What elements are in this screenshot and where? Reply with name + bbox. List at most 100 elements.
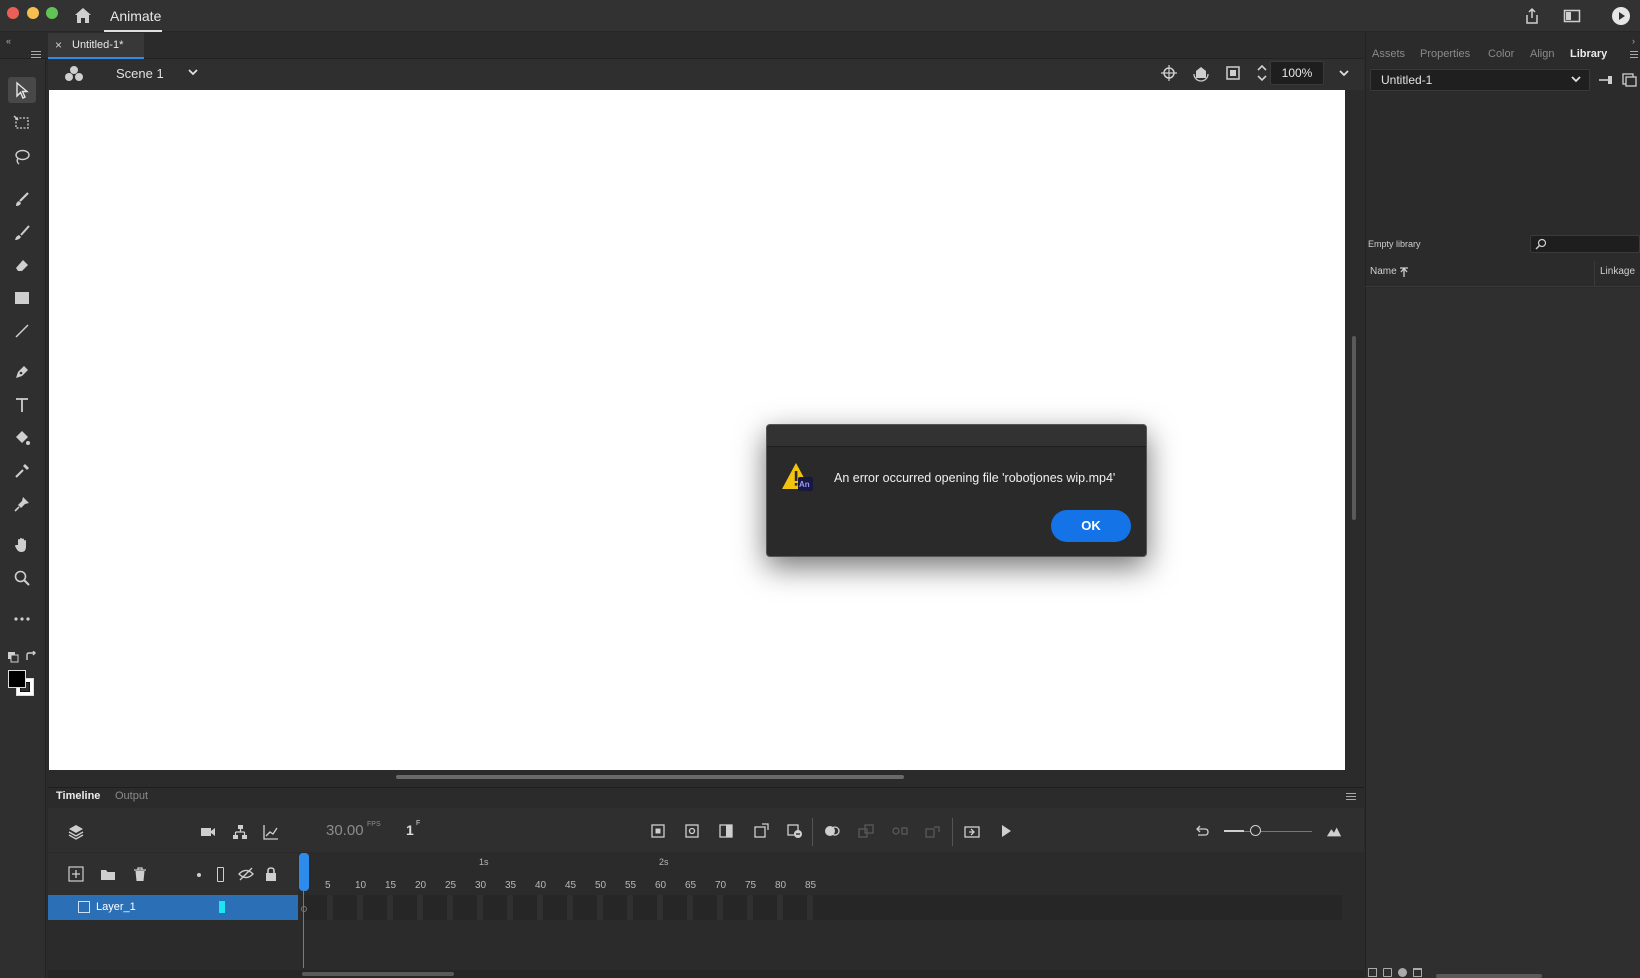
tab-properties[interactable]: Properties: [1420, 48, 1470, 60]
share-icon[interactable]: [1523, 7, 1541, 25]
eraser-tool-icon[interactable]: [8, 252, 36, 278]
tab-library[interactable]: Library: [1570, 48, 1607, 60]
paint-bucket-tool-icon[interactable]: [8, 425, 36, 451]
selection-tool-icon[interactable]: [8, 77, 36, 103]
brush-tool-icon[interactable]: [8, 220, 36, 246]
frame-ruler[interactable]: [302, 853, 1362, 895]
current-frame-value[interactable]: 1: [406, 822, 414, 838]
more-tools-icon[interactable]: [8, 606, 36, 632]
layers-icon[interactable]: [66, 822, 86, 842]
tab-align[interactable]: Align: [1530, 48, 1554, 60]
timeline-horizontal-scrollbar[interactable]: [302, 972, 454, 976]
frame-track[interactable]: [302, 895, 1342, 920]
clip-content-icon[interactable]: [1224, 64, 1242, 82]
insert-frame-icon[interactable]: [717, 822, 735, 840]
zoom-tool-icon[interactable]: [8, 565, 36, 591]
sort-ascending-icon[interactable]: [1399, 265, 1409, 277]
line-tool-icon[interactable]: [8, 318, 36, 344]
stage-horizontal-scrollbar[interactable]: [396, 775, 904, 779]
edit-symbols-icon[interactable]: [64, 64, 84, 84]
new-folder-icon[interactable]: [100, 866, 116, 882]
toolbar-divider: [812, 818, 813, 846]
tab-color[interactable]: Color: [1488, 48, 1514, 60]
new-library-panel-icon[interactable]: [1622, 73, 1638, 87]
zoom-out-line[interactable]: [1224, 830, 1244, 832]
library-item-list[interactable]: [1366, 288, 1640, 978]
create-tween-icon[interactable]: [823, 822, 841, 840]
new-layer-icon[interactable]: [68, 866, 84, 882]
outline-layers-icon[interactable]: [217, 867, 224, 882]
stage[interactable]: [49, 90, 1345, 770]
rectangle-tool-icon[interactable]: [8, 285, 36, 311]
expand-icon[interactable]: ›: [1632, 36, 1635, 46]
column-linkage[interactable]: Linkage: [1600, 266, 1635, 277]
column-name[interactable]: Name: [1370, 266, 1397, 277]
zoom-input[interactable]: 100%: [1270, 61, 1324, 85]
undo-view-icon[interactable]: [1192, 822, 1212, 840]
timeline-menu-icon[interactable]: [1346, 793, 1356, 794]
highlight-layers-icon[interactable]: [197, 873, 201, 877]
scene-label[interactable]: Scene 1: [116, 66, 164, 81]
library-scrollbar[interactable]: [1436, 974, 1542, 978]
properties-icon[interactable]: [1398, 968, 1407, 977]
eyedropper-tool-icon[interactable]: [8, 458, 36, 484]
text-tool-icon[interactable]: [8, 392, 36, 418]
zoom-dropdown-chevron-icon[interactable]: [1338, 66, 1350, 78]
hide-layers-icon[interactable]: [237, 866, 255, 882]
layer-outline-color[interactable]: [219, 901, 225, 913]
pen-tool-icon[interactable]: [8, 359, 36, 385]
toolbar-menu-icon[interactable]: [31, 51, 41, 52]
loop-playback-icon[interactable]: [962, 822, 982, 840]
window-maximize-button[interactable]: [46, 7, 58, 19]
lasso-tool-icon[interactable]: [8, 144, 36, 170]
play-icon[interactable]: [997, 822, 1015, 840]
ok-button[interactable]: OK: [1051, 510, 1131, 542]
frame-number-label: 60: [655, 880, 667, 891]
free-transform-tool-icon[interactable]: [8, 110, 36, 136]
frame-size-slider-knob[interactable]: [1250, 825, 1261, 836]
camera-icon[interactable]: [198, 822, 218, 842]
scene-dropdown-chevron-icon[interactable]: [186, 65, 200, 79]
stage-vertical-scrollbar[interactable]: [1352, 336, 1356, 520]
dialog-title-bar[interactable]: [767, 425, 1146, 447]
new-symbol-icon[interactable]: [1368, 968, 1377, 977]
shape-tween-icon: [891, 822, 909, 840]
delete-layer-icon[interactable]: [132, 866, 148, 882]
close-icon[interactable]: ×: [55, 38, 62, 52]
home-icon[interactable]: [74, 7, 92, 24]
insert-blank-keyframe-icon[interactable]: [683, 822, 701, 840]
paint-brush-tool-icon[interactable]: [8, 187, 36, 213]
fill-color-swatch[interactable]: [8, 670, 26, 688]
pin-library-icon[interactable]: [1598, 73, 1614, 87]
layer-parenting-icon[interactable]: [230, 822, 250, 842]
fit-timeline-icon[interactable]: [1323, 822, 1345, 840]
window-close-button[interactable]: [7, 7, 19, 19]
insert-keyframe-icon[interactable]: [649, 822, 667, 840]
swap-colors-icon[interactable]: [25, 650, 37, 662]
playhead[interactable]: [299, 853, 309, 891]
frame-unit: F: [416, 820, 421, 827]
collapse-icon[interactable]: «: [6, 36, 11, 46]
tab-assets[interactable]: Assets: [1372, 48, 1405, 60]
app-name-underline: [104, 30, 162, 32]
fps-value[interactable]: 30.00: [326, 822, 364, 839]
lock-icon[interactable]: [263, 866, 279, 882]
tab-timeline[interactable]: Timeline: [56, 790, 100, 802]
new-folder-icon[interactable]: [1383, 968, 1392, 977]
default-colors-icon[interactable]: [7, 650, 19, 663]
window-minimize-button[interactable]: [27, 7, 39, 19]
rotate-stage-icon[interactable]: [1192, 64, 1210, 82]
delete-frame-icon[interactable]: [786, 822, 804, 840]
snap-icon[interactable]: [1160, 64, 1178, 82]
panel-menu-icon[interactable]: [1630, 51, 1638, 52]
pin-tool-icon[interactable]: [8, 491, 36, 517]
hand-tool-icon[interactable]: [8, 532, 36, 558]
test-movie-icon[interactable]: [1611, 6, 1631, 26]
auto-keyframe-icon[interactable]: [752, 822, 770, 840]
tab-output[interactable]: Output: [115, 790, 148, 802]
layer-name[interactable]: Layer_1: [96, 901, 136, 913]
delete-icon[interactable]: [1413, 968, 1422, 977]
zoom-stepper-icon[interactable]: [1256, 62, 1268, 84]
graph-editor-icon[interactable]: [261, 822, 281, 842]
workspace-icon[interactable]: [1563, 7, 1581, 25]
